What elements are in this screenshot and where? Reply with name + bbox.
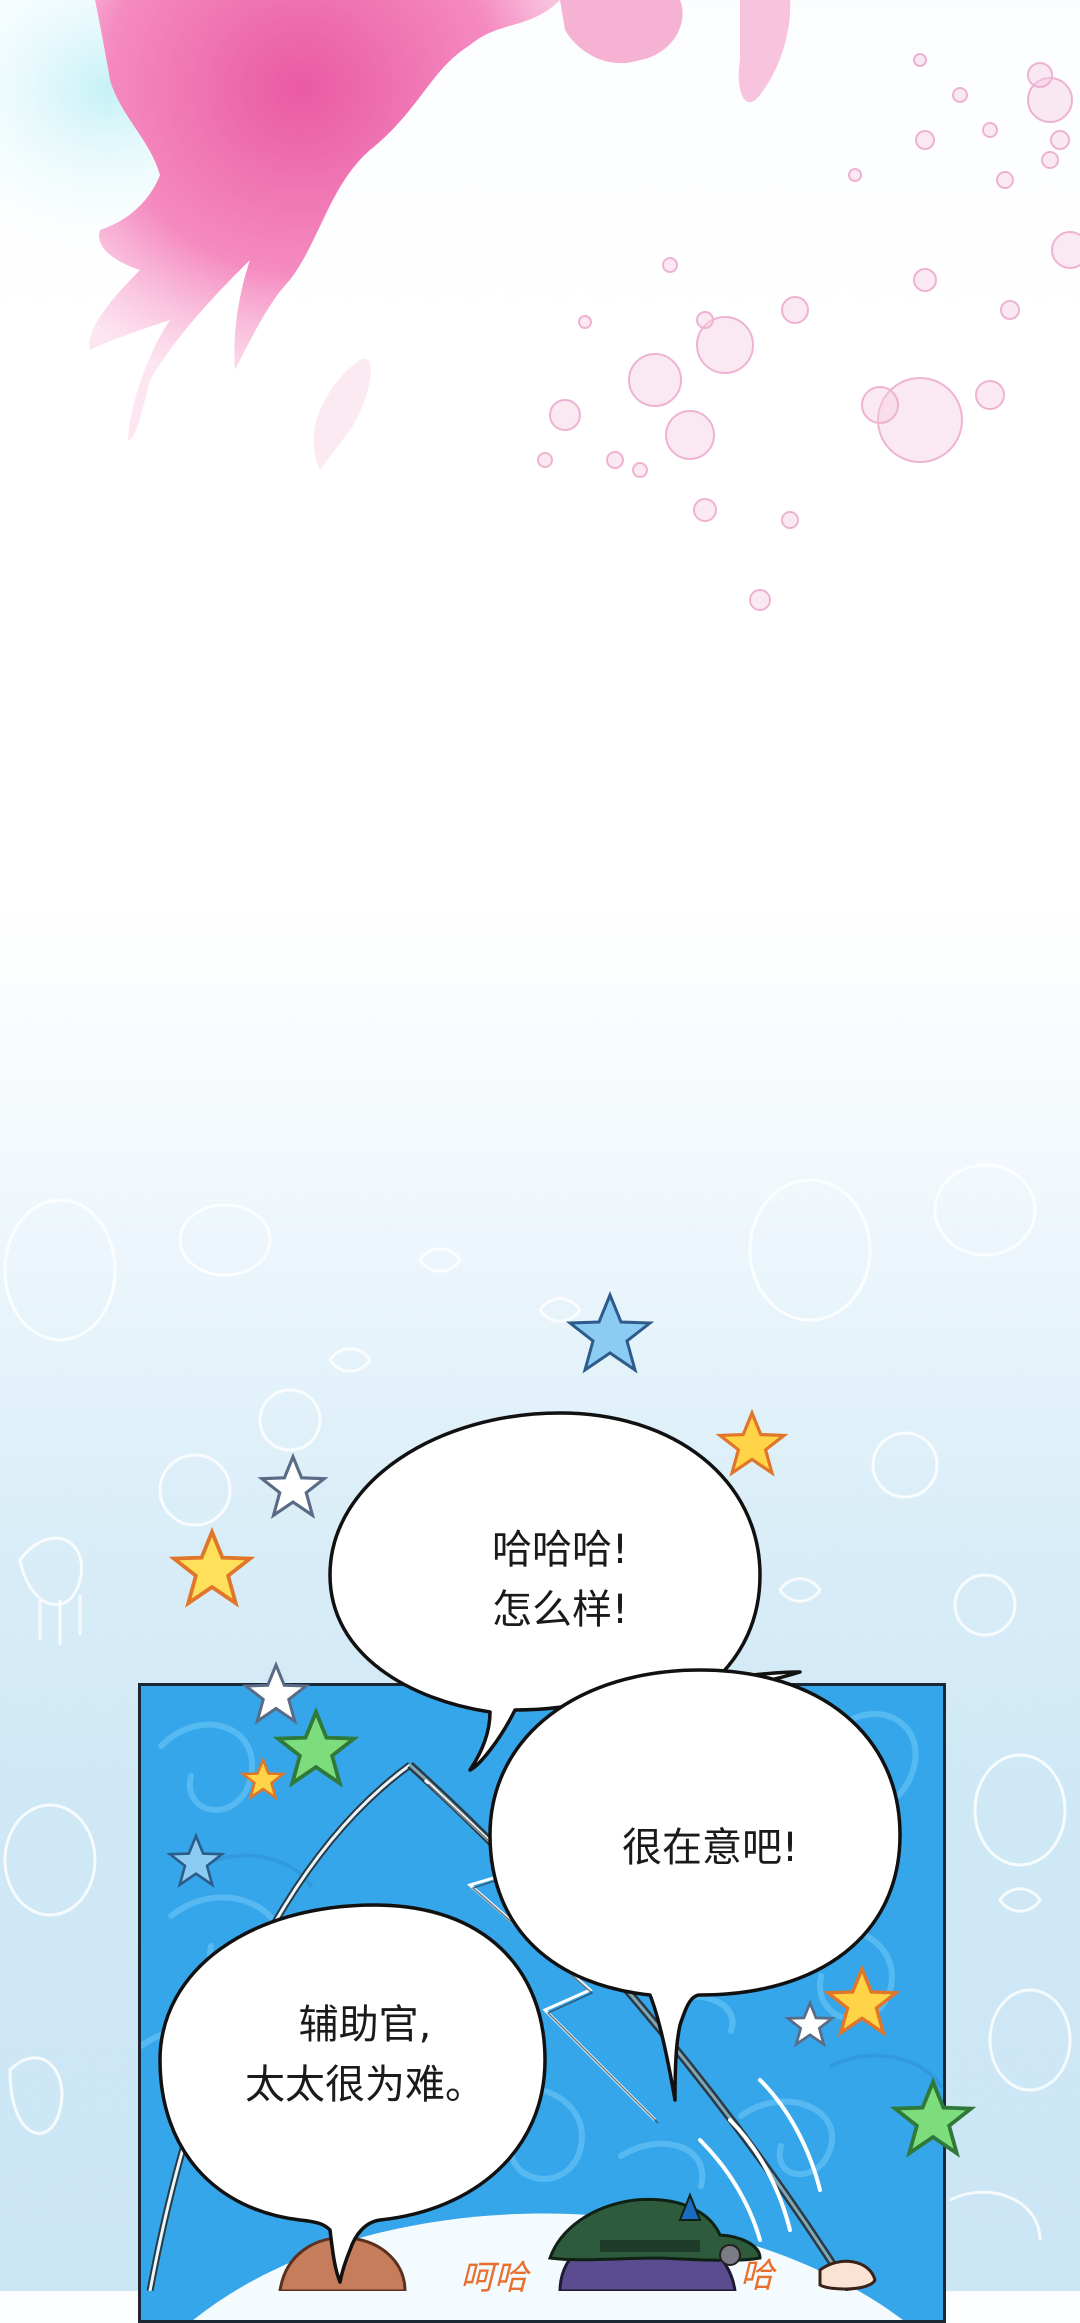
star-icon xyxy=(168,1834,224,1887)
speech-line: 辅助官, xyxy=(298,2002,432,2048)
speech-text-3: 辅助官, 太太很为难。 xyxy=(220,1995,510,2115)
speech-line: 太太很为难。 xyxy=(245,2062,485,2108)
speech-text-2: 很在意吧! xyxy=(580,1818,840,1878)
star-icon xyxy=(893,2080,973,2156)
star-icon xyxy=(260,1455,326,1517)
speech-text-1: 哈哈哈! 怎么样! xyxy=(440,1520,680,1640)
stars-layer xyxy=(168,1293,973,2156)
sfx-text-right: 哈 xyxy=(740,2256,774,2296)
speech-line: 很在意吧! xyxy=(621,1825,799,1871)
speech-line: 怎么样! xyxy=(491,1587,629,1633)
star-icon xyxy=(276,1710,356,1786)
star-icon xyxy=(718,1411,786,1475)
star-icon xyxy=(244,1663,308,1723)
star-icon xyxy=(241,1758,285,1799)
sfx-text-left: 呵哈 xyxy=(460,2258,528,2298)
star-icon xyxy=(172,1530,252,1606)
star-icon xyxy=(568,1293,652,1372)
speech-line: 哈哈哈! xyxy=(491,1527,629,1573)
star-icon xyxy=(826,1967,898,2035)
star-icon xyxy=(786,2001,834,2046)
